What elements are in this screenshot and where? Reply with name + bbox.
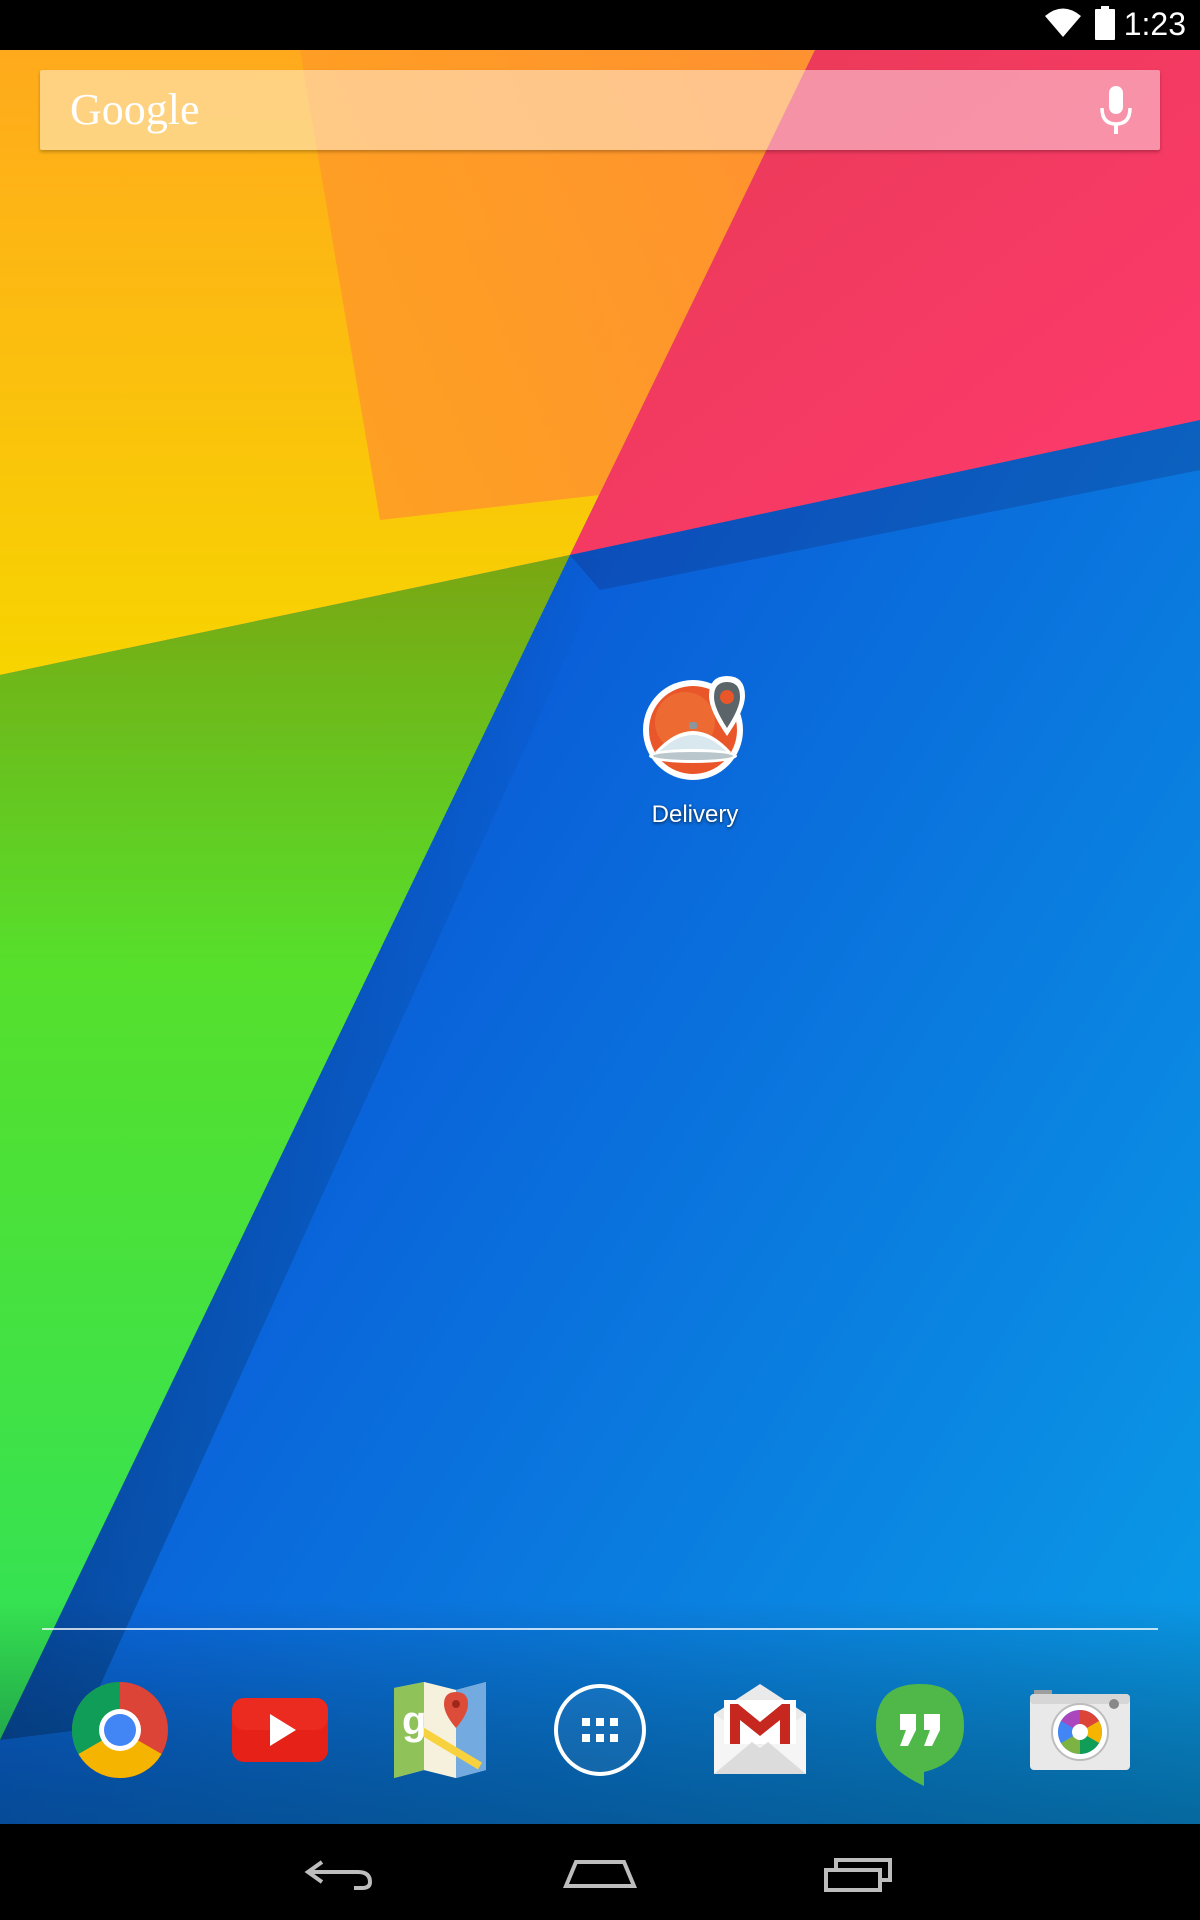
recents-icon[interactable] <box>820 1840 900 1905</box>
dock-divider <box>42 1628 1158 1630</box>
camera-icon[interactable] <box>1020 1670 1140 1790</box>
hangouts-icon[interactable] <box>860 1670 980 1790</box>
status-bar: 1:23 <box>0 0 1200 50</box>
google-logo[interactable]: Google <box>70 84 200 135</box>
chrome-icon[interactable] <box>60 1670 180 1790</box>
dock: g <box>0 1670 1200 1790</box>
gmail-icon[interactable] <box>700 1670 820 1790</box>
delivery-app-icon[interactable] <box>620 670 770 795</box>
status-time: 1:23 <box>1123 6 1186 42</box>
google-search-bar[interactable]: Google <box>40 70 1160 150</box>
app-drawer-icon[interactable] <box>540 1670 660 1790</box>
svg-text:g: g <box>402 1699 426 1743</box>
maps-icon[interactable]: g <box>380 1670 500 1790</box>
youtube-icon[interactable] <box>220 1670 340 1790</box>
delivery-shortcut[interactable]: Delivery <box>620 670 770 850</box>
home-icon[interactable] <box>560 1840 640 1905</box>
wallpaper <box>0 0 1200 1920</box>
delivery-label: Delivery <box>651 801 739 828</box>
battery-icon <box>1094 6 1116 45</box>
back-icon[interactable] <box>300 1840 380 1905</box>
navigation-bar <box>0 1824 1200 1920</box>
wifi-icon <box>1044 7 1082 44</box>
mic-icon[interactable] <box>1098 84 1134 141</box>
